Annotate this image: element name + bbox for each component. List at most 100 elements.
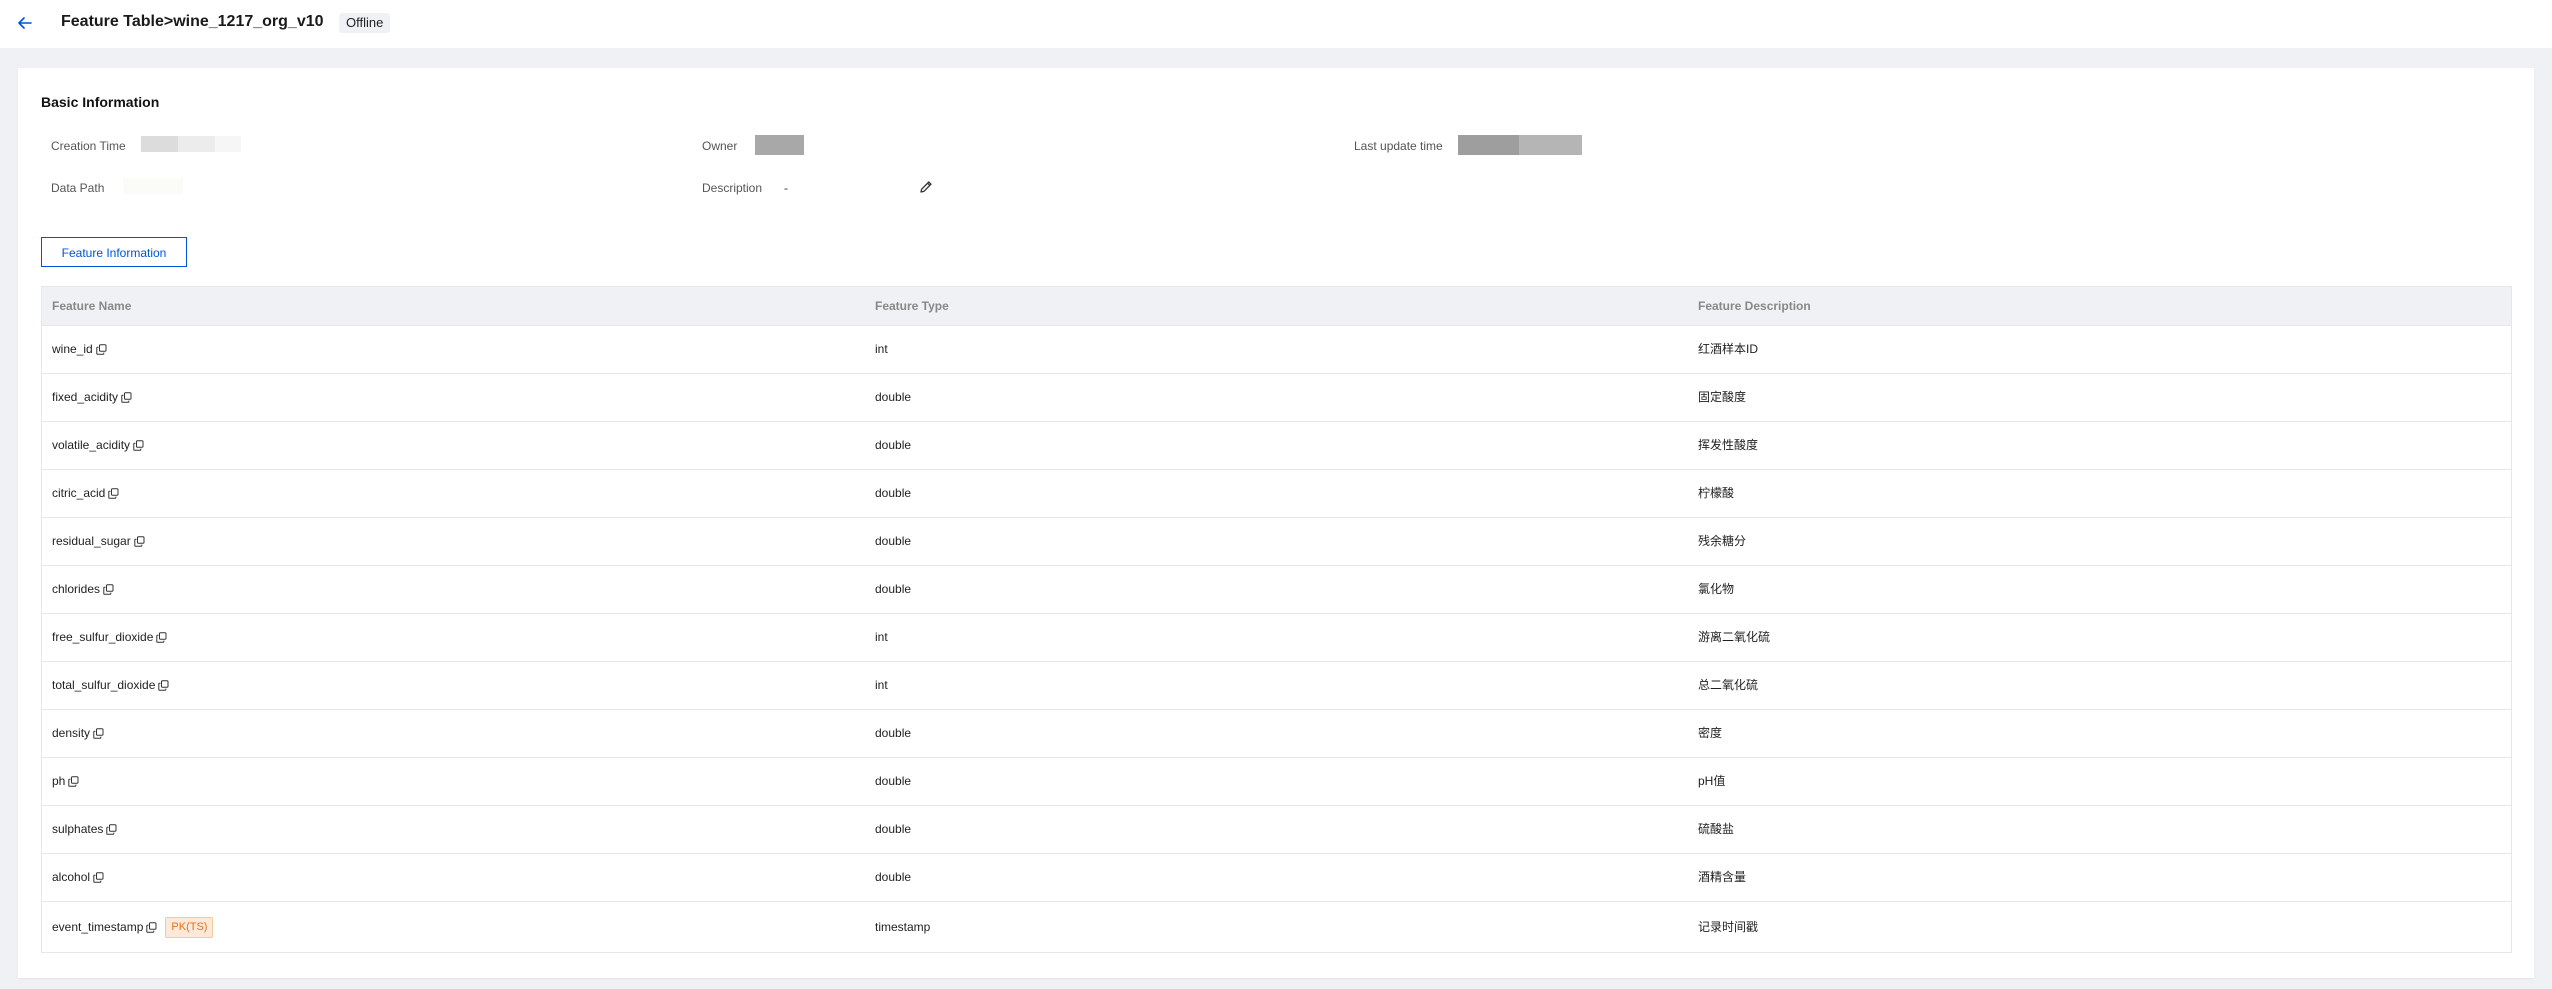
copy-icon[interactable]: [68, 776, 79, 787]
feature-name-cell: wine_id: [52, 326, 107, 373]
table-row: wine_id int 红酒样本ID: [42, 325, 2511, 373]
feature-name: free_sulfur_dioxide: [52, 630, 154, 644]
data-path-redacted: [123, 178, 183, 194]
feature-name-cell: citric_acid: [52, 470, 119, 517]
copy-icon[interactable]: [121, 392, 132, 403]
last-update-redacted: [1458, 135, 1519, 155]
table-row: residual_sugar double 残余糖分: [42, 517, 2511, 565]
table-row: ph double pH值: [42, 757, 2511, 805]
copy-icon[interactable]: [93, 728, 104, 739]
feature-description-cell: 记录时间戳: [1698, 920, 1759, 934]
feature-description-cell: pH值: [1698, 774, 1726, 788]
feature-type-cell: double: [875, 822, 912, 836]
feature-description-cell: 硫酸盐: [1698, 822, 1735, 836]
column-header-feature-type: Feature Type: [875, 299, 949, 313]
table-row: citric_acid double 柠檬酸: [42, 469, 2511, 517]
feature-description-cell: 总二氧化硫: [1698, 678, 1759, 692]
feature-name-cell: ph: [52, 758, 79, 805]
feature-name: ph: [52, 774, 66, 788]
owner-label: Owner: [702, 139, 738, 153]
creation-time-label: Creation Time: [51, 139, 126, 153]
copy-icon[interactable]: [134, 536, 145, 547]
table-row: fixed_acidity double 固定酸度: [42, 373, 2511, 421]
owner-redacted: [755, 135, 804, 155]
column-header-feature-name: Feature Name: [52, 299, 132, 313]
table-row: event_timestamp PK(TS) timestamp 记录时间戳: [42, 901, 2511, 952]
feature-type-cell: double: [875, 582, 912, 596]
feature-type-cell: int: [875, 342, 888, 356]
table-row: volatile_acidity double 挥发性酸度: [42, 421, 2511, 469]
feature-type-cell: int: [875, 630, 888, 644]
feature-type-cell: double: [875, 390, 912, 404]
feature-type-cell: double: [875, 438, 912, 452]
last-update-label: Last update time: [1354, 139, 1443, 153]
feature-type-cell: double: [875, 774, 912, 788]
feature-name-cell: density: [52, 710, 104, 757]
description-value: -: [784, 181, 788, 195]
feature-name: wine_id: [52, 342, 93, 356]
copy-icon[interactable]: [146, 921, 157, 933]
table-row: free_sulfur_dioxide int 游离二氧化硫: [42, 613, 2511, 661]
creation-time-redacted: [141, 136, 178, 152]
copy-icon[interactable]: [93, 872, 104, 883]
copy-icon[interactable]: [108, 488, 119, 499]
table-row: total_sulfur_dioxide int 总二氧化硫: [42, 661, 2511, 709]
table-header: Feature Name Feature Type Feature Descri…: [42, 287, 2511, 325]
feature-description-cell: 固定酸度: [1698, 390, 1747, 404]
feature-description-cell: 挥发性酸度: [1698, 438, 1759, 452]
feature-name: density: [52, 726, 91, 740]
feature-name: alcohol: [52, 870, 91, 884]
page-title: Feature Table>wine_1217_org_v10: [61, 13, 324, 30]
feature-type-cell: timestamp: [875, 920, 931, 934]
creation-time-redacted: [215, 136, 241, 152]
pencil-icon[interactable]: [918, 179, 934, 195]
feature-description-cell: 红酒样本ID: [1698, 342, 1759, 356]
copy-icon[interactable]: [106, 824, 117, 835]
feature-name-cell: chlorides: [52, 566, 114, 613]
copy-icon[interactable]: [156, 632, 167, 643]
feature-name: residual_sugar: [52, 534, 131, 548]
main-card: Basic Information Creation Time Owner La…: [18, 68, 2534, 978]
feature-name: citric_acid: [52, 486, 106, 500]
table-row: alcohol double 酒精含量: [42, 853, 2511, 901]
feature-description-cell: 密度: [1698, 726, 1723, 740]
feature-description-cell: 柠檬酸: [1698, 486, 1735, 500]
table-row: chlorides double 氯化物: [42, 565, 2511, 613]
feature-name-cell: total_sulfur_dioxide: [52, 662, 169, 709]
feature-description-cell: 残余糖分: [1698, 534, 1747, 548]
feature-type-cell: double: [875, 870, 912, 884]
copy-icon[interactable]: [133, 440, 144, 451]
column-header-feature-description: Feature Description: [1698, 299, 1811, 313]
arrow-left-icon: [18, 17, 32, 29]
copy-icon[interactable]: [103, 584, 114, 595]
last-update-redacted: [1519, 135, 1582, 155]
feature-description-cell: 氯化物: [1698, 582, 1735, 596]
copy-icon[interactable]: [96, 344, 107, 355]
feature-description-cell: 酒精含量: [1698, 870, 1747, 884]
status-badge: Offline: [339, 13, 391, 33]
tab-feature-information[interactable]: Feature Information: [41, 237, 187, 267]
section-title: Basic Information: [41, 94, 160, 110]
feature-type-cell: double: [875, 534, 912, 548]
feature-name-cell: fixed_acidity: [52, 374, 132, 421]
feature-name: fixed_acidity: [52, 390, 119, 404]
feature-type-cell: double: [875, 726, 912, 740]
feature-description-cell: 游离二氧化硫: [1698, 630, 1771, 644]
feature-name: total_sulfur_dioxide: [52, 678, 156, 692]
feature-name-cell: sulphates: [52, 806, 117, 853]
table-row: density double 密度: [42, 709, 2511, 757]
data-path-label: Data Path: [51, 181, 105, 195]
feature-name: sulphates: [52, 822, 104, 836]
feature-name-cell: alcohol: [52, 854, 104, 901]
back-button[interactable]: [14, 12, 36, 34]
feature-name-cell: volatile_acidity: [52, 422, 144, 469]
pk-ts-badge: PK(TS): [165, 916, 214, 938]
top-bar: Feature Table>wine_1217_org_v10 Offline: [0, 0, 2552, 48]
description-label: Description: [702, 181, 763, 195]
table-row: sulphates double 硫酸盐: [42, 805, 2511, 853]
feature-table: Feature Name Feature Type Feature Descri…: [41, 286, 2512, 953]
feature-name-cell: event_timestamp PK(TS): [52, 902, 214, 952]
copy-icon[interactable]: [158, 680, 169, 691]
feature-name: chlorides: [52, 582, 101, 596]
feature-type-cell: int: [875, 678, 888, 692]
